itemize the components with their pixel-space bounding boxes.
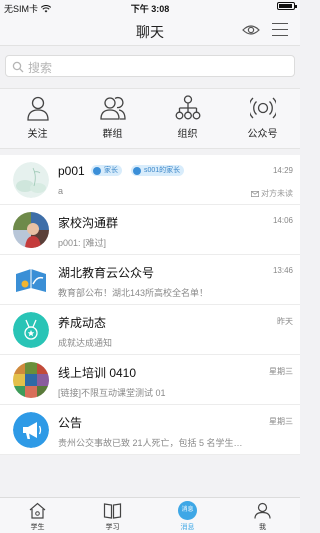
tab-label: 学生 — [30, 524, 45, 531]
role-tag-label: 家长 — [104, 167, 118, 174]
menu-icon[interactable] — [272, 23, 288, 37]
conversation-name: p001 — [58, 164, 85, 178]
quick-action-label: 关注 — [27, 129, 48, 140]
broadcast-icon — [250, 97, 276, 119]
conversation-row[interactable]: 家校沟通群 14:06 p001: [难过] — [0, 205, 300, 255]
conversation-name: 公告 — [58, 416, 83, 430]
quick-action-groups[interactable]: 群组 — [75, 89, 150, 150]
search-placeholder: 搜索 — [28, 61, 53, 75]
medal-icon — [13, 312, 49, 348]
conversation-name: 线上培训 0410 — [58, 366, 137, 380]
tab-messages[interactable]: 消息 消息 — [150, 498, 225, 533]
tab-label: 学习 — [105, 524, 120, 531]
envelope-icon — [250, 191, 259, 197]
quick-action-follow[interactable]: 关注 — [0, 89, 75, 150]
conversation-time: 13:46 — [272, 266, 293, 275]
battery-icon — [277, 2, 297, 10]
quick-action-label: 组织 — [177, 129, 198, 140]
conversation-time: 昨天 — [277, 317, 293, 326]
profile-icon — [254, 502, 271, 519]
tab-study[interactable]: 学习 — [75, 498, 150, 533]
avatar — [13, 312, 49, 348]
conversation-preview: 教育部公布！湖北143所高校全名单！ — [58, 288, 209, 298]
org-chart-icon — [175, 95, 201, 120]
status-bar: 无SIM卡 下午 3:08 — [0, 0, 300, 14]
conversation-preview: 贵州公交事故已致 21人死亡，包括 5 名学生… — [58, 438, 243, 448]
quick-action-organization[interactable]: 组织 — [150, 89, 225, 150]
conversation-row[interactable]: 公告 星期三 贵州公交事故已致 21人死亡，包括 5 名学生… — [0, 405, 300, 455]
avatar — [13, 212, 49, 248]
search-icon — [12, 61, 24, 73]
nav-bar: 聊天 — [0, 14, 300, 46]
quick-action-label: 群组 — [102, 129, 123, 140]
conversation-list: p001 家长 s001的家长 14:29 a 对方未读 家校沟通群 14:06… — [0, 155, 300, 455]
conversation-preview: p001: [难过] — [58, 238, 107, 248]
person-icon — [27, 96, 49, 121]
conversation-name: 湖北教育云公众号 — [58, 266, 155, 280]
group-icon — [100, 96, 126, 120]
tab-label: 我 — [259, 524, 266, 531]
tab-students[interactable]: 学生 — [0, 498, 75, 533]
read-status-label: 对方未读 — [261, 189, 293, 198]
conversation-time: 星期三 — [269, 367, 293, 376]
tab-badge-label: 消息 — [181, 507, 194, 513]
avatar — [13, 362, 49, 398]
avatar — [13, 262, 49, 298]
tab-label: 消息 — [180, 524, 195, 531]
conversation-row[interactable]: 湖北教育云公众号 13:46 教育部公布！湖北143所高校全名单！ — [0, 255, 300, 305]
search-section: 搜索 — [0, 46, 300, 88]
relation-tag: s001的家长 — [131, 165, 185, 176]
avatar — [13, 162, 49, 198]
conversation-time: 14:29 — [272, 166, 293, 175]
megaphone-icon — [13, 412, 49, 448]
message-icon: 消息 — [178, 501, 197, 520]
conversation-name: 家校沟通群 — [58, 216, 119, 230]
quick-action-label: 公众号 — [247, 129, 278, 140]
house-icon — [29, 502, 46, 519]
book-icon — [103, 503, 122, 519]
relation-tag-label: s001的家长 — [144, 167, 181, 174]
conversation-row[interactable]: 线上培训 0410 星期三 [链接]不限互动课堂测试 01 — [0, 355, 300, 405]
conversation-time: 星期三 — [269, 417, 293, 426]
avatar — [13, 412, 49, 448]
conversation-preview: [链接]不限互动课堂测试 01 — [58, 388, 166, 398]
conversation-preview: 成就达成通知 — [58, 338, 113, 348]
conversation-name: 养成动态 — [58, 316, 107, 330]
quick-actions: 关注 群组 组织 公众号 — [0, 88, 300, 149]
role-tag: 家长 — [91, 165, 122, 176]
conversation-row[interactable]: p001 家长 s001的家长 14:29 a 对方未读 — [0, 155, 300, 205]
conversation-preview: a — [58, 186, 64, 196]
quick-action-official-accounts[interactable]: 公众号 — [225, 89, 300, 150]
conversation-row[interactable]: 养成动态 昨天 成就达成通知 — [0, 305, 300, 355]
conversation-time: 14:06 — [272, 216, 293, 225]
eye-icon[interactable] — [242, 23, 260, 37]
tab-me[interactable]: 我 — [225, 498, 300, 533]
read-status: 对方未读 — [250, 188, 293, 199]
tab-bar: 学生 学习 消息 消息 我 — [0, 497, 300, 533]
search-input[interactable]: 搜索 — [5, 55, 295, 77]
